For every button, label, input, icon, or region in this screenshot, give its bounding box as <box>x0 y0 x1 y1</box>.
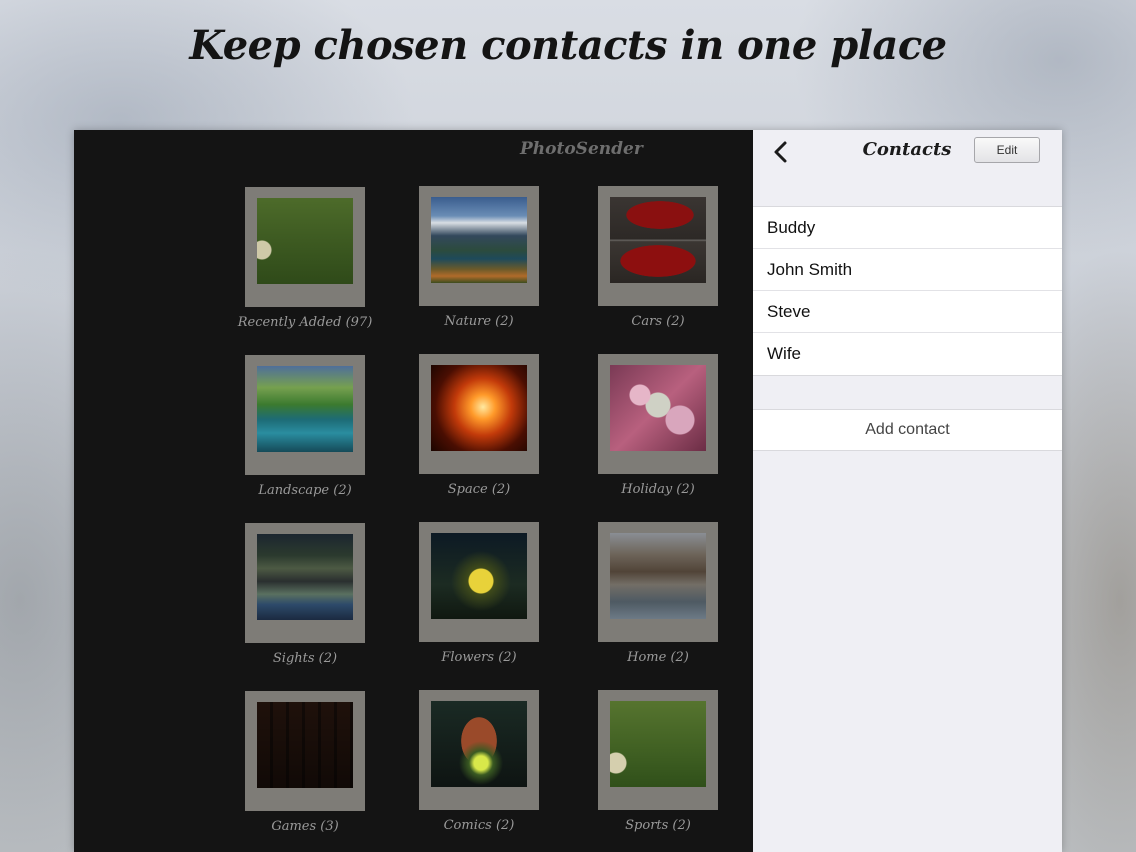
album-sights[interactable]: Sights (2) <box>235 523 375 673</box>
contacts-panel: Contacts Edit Buddy John Smith Steve Wif… <box>753 130 1062 852</box>
album-label: Sports (2) <box>625 818 691 833</box>
album-label: Comics (2) <box>443 818 515 833</box>
add-contact-button[interactable]: Add contact <box>753 409 1062 451</box>
fiery-sun-photo <box>431 365 527 451</box>
album-thumbnail <box>245 355 365 475</box>
album-label: Nature (2) <box>444 314 514 329</box>
album-thumbnail <box>245 691 365 811</box>
album-label: Landscape (2) <box>258 483 352 498</box>
night-city-photo <box>257 534 353 620</box>
game-covers-photo <box>257 702 353 788</box>
album-thumbnail <box>598 186 718 306</box>
contact-row[interactable]: Wife <box>753 333 1062 375</box>
app-title: PhotoSender <box>520 139 643 159</box>
album-label: Holiday (2) <box>621 482 695 497</box>
album-label: Sights (2) <box>272 651 338 666</box>
album-thumbnail <box>245 523 365 643</box>
grass-ball-photo <box>610 701 706 787</box>
contact-list: Buddy John Smith Steve Wife <box>753 206 1062 376</box>
ipad-screen: PhotoSender Recently Added (97) Nature (… <box>74 130 1062 852</box>
album-recently-added[interactable]: Recently Added (97) <box>235 187 375 337</box>
album-home[interactable]: Home (2) <box>588 522 728 672</box>
album-thumbnail <box>598 690 718 810</box>
album-thumbnail <box>245 187 365 307</box>
contacts-title: Contacts <box>862 139 952 160</box>
contacts-nav-bar: Contacts Edit <box>753 130 1062 174</box>
album-thumbnail <box>419 690 539 810</box>
photo-gallery: PhotoSender Recently Added (97) Nature (… <box>74 130 753 852</box>
mountain-lake-photo <box>431 197 527 283</box>
album-space[interactable]: Space (2) <box>409 354 549 504</box>
album-label: Games (3) <box>271 819 339 834</box>
album-thumbnail <box>419 522 539 642</box>
album-nature[interactable]: Nature (2) <box>409 186 549 336</box>
album-landscape[interactable]: Landscape (2) <box>235 355 375 505</box>
album-flowers[interactable]: Flowers (2) <box>409 522 549 672</box>
house-photo <box>610 533 706 619</box>
album-label: Recently Added (97) <box>237 315 373 330</box>
album-cars[interactable]: Cars (2) <box>588 186 728 336</box>
album-label: Flowers (2) <box>441 650 517 665</box>
contact-row[interactable]: Buddy <box>753 207 1062 249</box>
cookies-photo <box>610 365 706 451</box>
edit-button[interactable]: Edit <box>974 137 1040 163</box>
album-thumbnail <box>419 354 539 474</box>
album-label: Space (2) <box>447 482 511 497</box>
album-label: Cars (2) <box>631 314 685 329</box>
album-thumbnail <box>419 186 539 306</box>
yellow-flower-photo <box>431 533 527 619</box>
album-label: Home (2) <box>627 650 689 665</box>
tagline: Keep chosen contacts in one place <box>189 22 947 69</box>
album-thumbnail <box>598 522 718 642</box>
red-car-photo <box>610 197 706 283</box>
grass-photo <box>257 198 353 284</box>
album-comics[interactable]: Comics (2) <box>409 690 549 840</box>
contact-row[interactable]: Steve <box>753 291 1062 333</box>
album-thumbnail <box>598 354 718 474</box>
album-holiday[interactable]: Holiday (2) <box>588 354 728 504</box>
album-games[interactable]: Games (3) <box>235 691 375 841</box>
contact-row[interactable]: John Smith <box>753 249 1062 291</box>
album-sports[interactable]: Sports (2) <box>588 690 728 840</box>
comic-cover-photo <box>431 701 527 787</box>
waterfall-photo <box>257 366 353 452</box>
chevron-left-icon[interactable] <box>771 140 793 164</box>
